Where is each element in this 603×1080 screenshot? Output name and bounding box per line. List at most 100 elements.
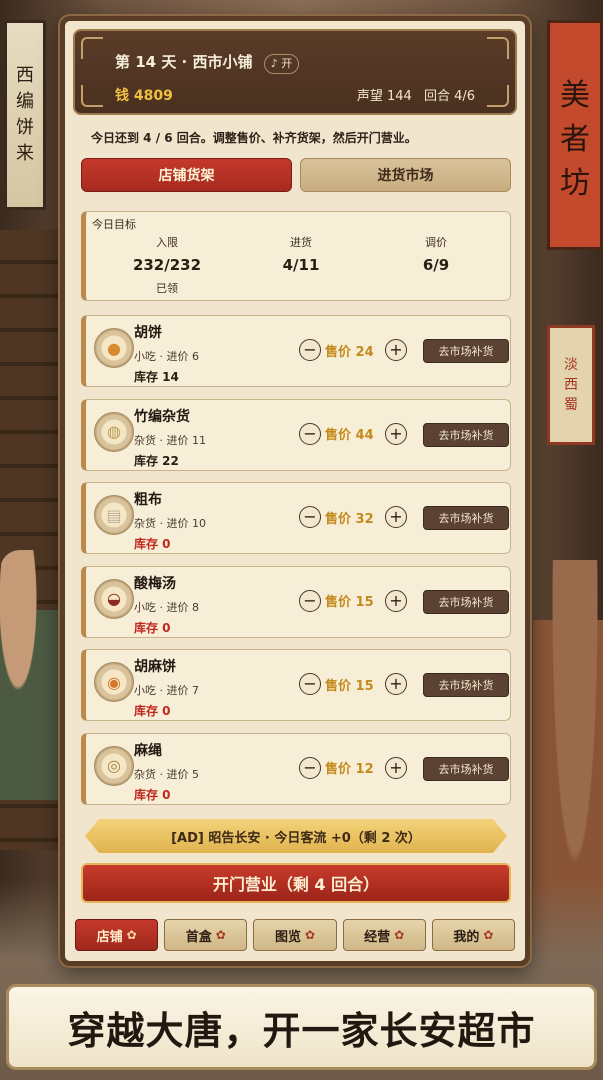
price-stepper: − 售价 32 + [299, 506, 407, 529]
price-decrease-button[interactable]: − [299, 339, 321, 361]
shelf-item: ◍ 竹编杂货 杂货 · 进价 11 库存 22 − 售价 44 + 去市场补货 [81, 398, 511, 471]
rope-icon: ◎ [94, 745, 134, 786]
reputation-round: 声望 144 回合 4/6 [349, 85, 475, 104]
price-increase-button[interactable]: + [385, 673, 407, 696]
price-increase-button[interactable]: + [385, 756, 407, 779]
goal-value: 6/9 [422, 256, 450, 274]
goal-claimed[interactable]: 已领 [112, 280, 222, 296]
music-toggle[interactable]: ♪ 开 [263, 54, 300, 74]
item-price: 售价 15 [325, 595, 374, 611]
nav-item[interactable]: 经营 ✿ [342, 919, 426, 951]
goal-limit: 入限 232/232 已领 [112, 234, 222, 296]
shelf-item: ● 胡饼 小吃 · 进价 6 库存 14 − 售价 24 + 去市场补货 [81, 315, 511, 387]
soup-bowl-icon: ◒ [94, 578, 134, 619]
item-name: 胡麻饼 [134, 659, 176, 676]
day-label: 第 14 天 [115, 53, 177, 71]
price-decrease-button[interactable]: − [299, 422, 321, 445]
nav-label: 我的 [453, 929, 480, 945]
bamboo-basket-icon: ◍ [94, 411, 134, 452]
goal-title: 今日目标 [92, 218, 136, 231]
shelf-item: ◉ 胡麻饼 小吃 · 进价 7 库存 0 − 售价 15 + 去市场补货 [81, 649, 511, 722]
nav-label: 首盒 [185, 929, 212, 945]
shop-panel: 第 14 天 · 西市小铺 ♪ 开 钱 4809 声望 144 回合 4/6 今… [60, 16, 530, 966]
item-price: 售价 32 [325, 511, 374, 527]
bottom-nav: 店铺 ✿ 首盒 ✿ 图览 ✿ 经营 ✿ 我的 ✿ [75, 915, 516, 955]
shelf-item: ◎ 麻绳 杂货 · 进价 5 库存 0 − 售价 12 + 去市场补货 [81, 732, 511, 805]
shelf-item: ▤ 粗布 杂货 · 进价 10 库存 0 − 售价 32 + 去市场补货 [81, 482, 511, 555]
round-display: 回合 4/6 [423, 89, 475, 104]
money-display: 钱 4809 [115, 88, 173, 104]
price-stepper: − 售价 12 + [299, 756, 407, 779]
price-decrease-button[interactable]: − [299, 589, 321, 612]
goal-label: 进货 [290, 236, 312, 249]
price-stepper: − 售价 24 + [299, 339, 407, 361]
open-shop-button[interactable]: 开门营业（剩 4 回合） [81, 863, 511, 903]
right-hanging-sign: 淡 西 蜀 [547, 325, 595, 445]
banner-char: 来 [16, 143, 34, 164]
price-stepper: − 售价 44 + [299, 422, 407, 445]
item-stock: 库存 22 [134, 453, 179, 468]
restock-button[interactable]: 去市场补货 [423, 506, 509, 531]
restock-button[interactable]: 去市场补货 [423, 589, 509, 614]
nav-label: 图览 [274, 929, 301, 945]
right-shop-banner: 美 者 坊 [547, 20, 603, 250]
item-name: 竹编杂货 [134, 408, 190, 425]
promo-slogan: 穿越大唐，开一家长安超市 [6, 984, 597, 1070]
corner-ornament [487, 85, 509, 107]
flatbread-icon: ● [94, 328, 134, 368]
price-decrease-button[interactable]: − [299, 673, 321, 696]
corner-ornament [487, 37, 509, 59]
banner-char: 西 [564, 377, 578, 393]
item-price: 售价 44 [325, 428, 374, 444]
price-increase-button[interactable]: + [385, 589, 407, 612]
day-shop-title: 第 14 天 · 西市小铺 ♪ 开 [115, 51, 300, 74]
nav-item[interactable]: 我的 ✿ [431, 919, 516, 951]
price-decrease-button[interactable]: − [299, 506, 321, 529]
item-price: 售价 15 [325, 678, 374, 694]
restock-button[interactable]: 去市场补货 [423, 673, 509, 698]
sesame-cake-icon: ◉ [94, 662, 134, 703]
nav-item[interactable]: 店铺 ✿ [75, 919, 159, 951]
price-increase-button[interactable]: + [385, 422, 407, 445]
round-notice: 今日还到 4 / 6 回合。调整售价、补齐货架，然后开门营业。 [91, 131, 417, 145]
item-name: 胡饼 [134, 325, 162, 341]
restock-button[interactable]: 去市场补货 [423, 422, 509, 447]
shop-name: 西市小铺 [192, 53, 253, 71]
item-stock: 库存 0 [134, 537, 171, 552]
knot-icon: ✿ [215, 928, 226, 942]
item-price: 售价 12 [325, 762, 374, 778]
nav-item[interactable]: 首盒 ✿ [164, 919, 248, 951]
item-meta: 杂货 · 进价 11 [134, 433, 206, 447]
item-price: 售价 24 [325, 344, 374, 360]
banner-char: 编 [16, 91, 34, 112]
price-decrease-button[interactable]: − [299, 756, 321, 779]
nav-item[interactable]: 图览 ✿ [253, 919, 337, 951]
restock-button[interactable]: 去市场补货 [423, 756, 509, 781]
knot-icon: ✿ [304, 928, 316, 942]
knot-icon: ✿ [126, 928, 137, 942]
corner-ornament [81, 85, 103, 107]
price-increase-button[interactable]: + [385, 506, 407, 529]
tab-shelf[interactable]: 店铺货架 [81, 158, 292, 192]
banner-char: 淡 [564, 357, 578, 373]
tab-market[interactable]: 进货市场 [300, 158, 511, 192]
merchant-figure [0, 550, 60, 800]
banner-char: 坊 [560, 166, 590, 201]
item-name: 麻绳 [134, 742, 162, 759]
knot-icon: ✿ [394, 928, 405, 942]
restock-button[interactable]: 去市场补货 [423, 339, 509, 363]
goal-price-adjust: 调价 6/9 [381, 234, 491, 274]
item-meta: 杂货 · 进价 5 [134, 767, 199, 781]
ad-announce-button[interactable]: [AD] 昭告长安 · 今日客流 +0（剩 2 次） [85, 819, 507, 853]
item-name: 酸梅汤 [134, 575, 176, 592]
banner-char: 者 [560, 122, 590, 157]
item-stock: 库存 0 [134, 704, 171, 719]
price-stepper: − 售价 15 + [299, 589, 407, 612]
price-increase-button[interactable]: + [385, 339, 407, 361]
item-meta: 小吃 · 进价 7 [134, 684, 199, 698]
banner-char: 饼 [16, 117, 34, 138]
nav-label: 经营 [364, 929, 391, 945]
corner-ornament [81, 37, 103, 59]
item-meta: 小吃 · 进价 8 [134, 600, 199, 614]
shelf-item: ◒ 酸梅汤 小吃 · 进价 8 库存 0 − 售价 15 + 去市场补货 [81, 565, 511, 638]
